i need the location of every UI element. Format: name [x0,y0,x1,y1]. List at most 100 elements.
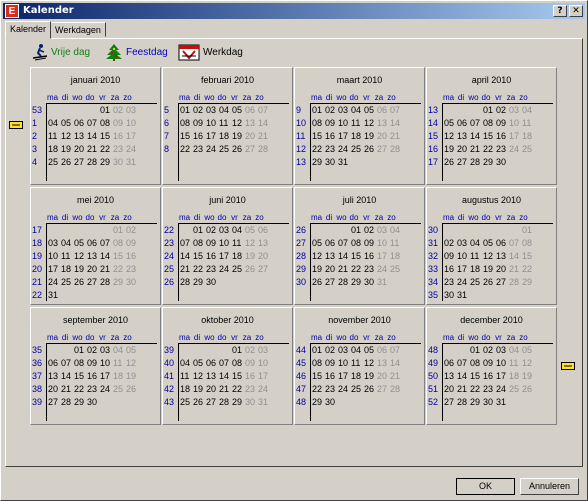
week-number[interactable]: 13 [296,156,308,169]
cancel-button[interactable]: Annuleren [520,478,579,495]
day-cell[interactable]: 27 [496,276,509,289]
day-cell[interactable]: 05 [232,104,245,117]
week-number[interactable]: 33 [428,263,440,276]
day-cell[interactable]: 12 [193,370,206,383]
day-cell[interactable]: 20 [74,143,87,156]
week-number[interactable]: 38 [32,383,44,396]
week-number[interactable]: 39 [32,396,44,409]
day-cell[interactable]: 06 [258,224,271,237]
day-cell[interactable]: 23 [364,263,377,276]
day-cell[interactable]: 04 [509,344,522,357]
day-cell[interactable]: 08 [100,117,113,130]
day-cell[interactable]: 07 [258,104,271,117]
day-cell[interactable]: 19 [312,263,325,276]
day-cell[interactable]: 10 [126,117,139,130]
day-cell[interactable]: 03 [219,224,232,237]
day-cell[interactable]: 14 [470,130,483,143]
day-cell[interactable]: 01 [351,224,364,237]
day-cell[interactable]: 15 [193,250,206,263]
day-cell[interactable]: 10 [258,357,271,370]
day-cell[interactable]: 17 [509,130,522,143]
day-cell[interactable]: 23 [245,383,258,396]
day-cell[interactable]: 05 [364,344,377,357]
day-cell[interactable]: 05 [74,237,87,250]
day-cell[interactable]: 22 [522,263,535,276]
day-cell[interactable]: 25 [219,143,232,156]
week-number[interactable]: 46 [296,370,308,383]
day-cell[interactable]: 25 [351,383,364,396]
day-cell[interactable]: 04 [232,224,245,237]
day-cell[interactable]: 11 [351,117,364,130]
day-cell[interactable]: 08 [180,117,193,130]
day-cell[interactable]: 23 [496,143,509,156]
week-number[interactable]: 27 [296,237,308,250]
day-cell[interactable]: 05 [444,117,457,130]
day-cell[interactable]: 16 [113,130,126,143]
day-cell[interactable]: 03 [100,344,113,357]
day-cell[interactable]: 05 [193,357,206,370]
day-cell[interactable]: 13 [245,117,258,130]
day-cell[interactable]: 01 [74,344,87,357]
day-cell[interactable]: 29 [113,276,126,289]
day-cell[interactable]: 14 [390,117,403,130]
day-cell[interactable]: 17 [338,130,351,143]
day-cell[interactable]: 19 [193,383,206,396]
day-cell[interactable]: 02 [193,104,206,117]
day-cell[interactable]: 27 [444,396,457,409]
day-cell[interactable]: 08 [193,237,206,250]
day-cell[interactable]: 13 [496,250,509,263]
day-cell[interactable]: 29 [312,396,325,409]
day-cell[interactable]: 24 [219,263,232,276]
day-cell[interactable]: 31 [496,396,509,409]
day-cell[interactable]: 08 [312,357,325,370]
day-cell[interactable]: 22 [470,383,483,396]
day-cell[interactable]: 11 [509,357,522,370]
day-cell[interactable]: 19 [232,130,245,143]
day-cell[interactable]: 23 [325,143,338,156]
day-cell[interactable]: 20 [377,370,390,383]
day-cell[interactable]: 14 [390,357,403,370]
day-cell[interactable]: 29 [312,156,325,169]
week-number[interactable]: 40 [164,357,176,370]
week-number[interactable]: 51 [428,383,440,396]
day-cell[interactable]: 30 [325,396,338,409]
day-cell[interactable]: 19 [61,143,74,156]
day-cell[interactable]: 21 [180,263,193,276]
day-cell[interactable]: 12 [522,357,535,370]
day-cell[interactable]: 09 [483,357,496,370]
day-cell[interactable]: 15 [312,370,325,383]
day-cell[interactable]: 26 [444,156,457,169]
day-cell[interactable]: 30 [126,276,139,289]
day-cell[interactable]: 20 [457,143,470,156]
day-cell[interactable]: 03 [338,104,351,117]
day-cell[interactable]: 11 [113,357,126,370]
day-cell[interactable]: 31 [338,156,351,169]
day-cell[interactable]: 27 [48,396,61,409]
day-cell[interactable]: 01 [232,344,245,357]
week-number[interactable]: 14 [428,117,440,130]
day-cell[interactable]: 25 [232,263,245,276]
day-cell[interactable]: 21 [338,263,351,276]
day-cell[interactable]: 01 [522,224,535,237]
day-cell[interactable]: 18 [351,130,364,143]
week-number[interactable]: 26 [164,276,176,289]
day-cell[interactable]: 26 [61,156,74,169]
day-cell[interactable]: 17 [100,370,113,383]
day-cell[interactable]: 02 [87,344,100,357]
day-cell[interactable]: 07 [180,237,193,250]
day-cell[interactable]: 10 [377,237,390,250]
day-cell[interactable]: 24 [126,143,139,156]
day-cell[interactable]: 24 [457,276,470,289]
day-cell[interactable]: 26 [193,396,206,409]
day-cell[interactable]: 27 [245,143,258,156]
day-cell[interactable]: 16 [364,250,377,263]
day-cell[interactable]: 21 [509,263,522,276]
day-cell[interactable]: 24 [496,383,509,396]
day-cell[interactable]: 28 [180,276,193,289]
day-cell[interactable]: 24 [48,276,61,289]
day-cell[interactable]: 06 [245,104,258,117]
week-number[interactable]: 25 [164,263,176,276]
week-number[interactable]: 23 [164,237,176,250]
day-cell[interactable]: 28 [61,396,74,409]
day-cell[interactable]: 31 [48,289,61,302]
